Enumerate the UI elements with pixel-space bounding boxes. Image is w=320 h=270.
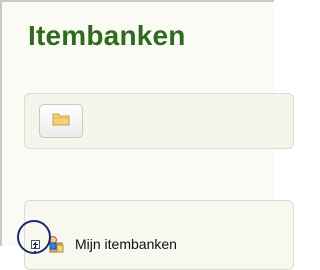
folder-icon [52, 112, 70, 131]
user-bank-icon [46, 234, 66, 254]
callout-dotted-line [34, 243, 36, 253]
open-folder-button[interactable] [39, 104, 83, 138]
toolbar [24, 93, 294, 149]
page-frame: Itembanken Mijn itembanken [0, 0, 294, 270]
tree-item-mijn-itembanken[interactable]: Mijn itembanken [31, 233, 177, 255]
tree-panel: Mijn itembanken [24, 200, 294, 270]
tree-item-label: Mijn itembanken [75, 236, 177, 252]
page-title: Itembanken [28, 20, 186, 51]
